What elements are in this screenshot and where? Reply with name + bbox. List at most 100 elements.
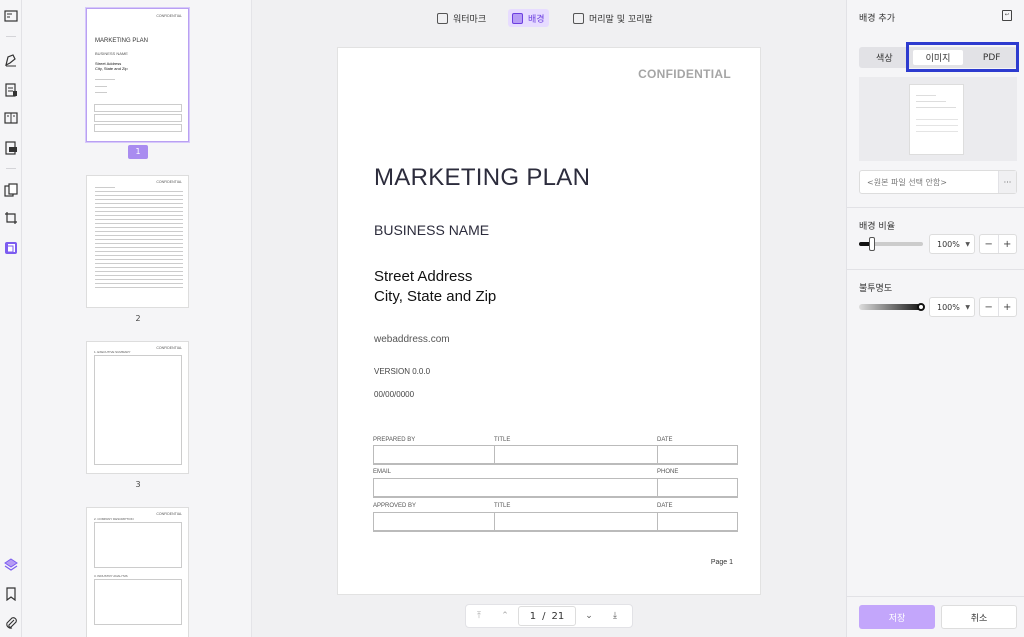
thumbnail-page-2[interactable]: CONFIDENTIAL <box>86 175 189 308</box>
page-navigator: ⤒ ⌃ 1 / 21 ⌄ ⤓ <box>465 604 633 628</box>
file-placeholder: <원본 파일 선택 안함> <box>867 177 947 187</box>
background-panel: 배경 추가 ↩ 색상 이미지 PDF <원본 파일 선택 안함> ··· 배경 … <box>846 0 1024 637</box>
current-page: 1 <box>529 610 537 622</box>
opacity-label: 불투명도 <box>859 284 893 294</box>
form-icon[interactable] <box>3 140 19 156</box>
organize-pages-icon[interactable] <box>3 182 19 198</box>
thumb-title: MARKETING PLAN <box>95 38 149 44</box>
page-separator: / <box>542 610 546 622</box>
scale-plus-button[interactable]: + <box>999 235 1017 253</box>
tab-header-footer-label: 머리말 및 꼬리말 <box>589 14 653 25</box>
address-block: Street Address City, State and Zip <box>374 267 496 307</box>
web-address: webaddress.com <box>374 334 450 345</box>
scale-minus-button[interactable]: − <box>980 235 999 253</box>
scale-value: 100% <box>937 239 960 249</box>
form-row-approved <box>373 512 738 532</box>
thumbnail-number-3: 3 <box>135 480 141 489</box>
tab-header-footer[interactable]: 머리말 및 꼬리말 <box>569 9 657 27</box>
last-page-icon[interactable]: ⤓ <box>602 605 628 627</box>
address-line-1: Street Address <box>374 268 473 285</box>
prepared-by-label: PREPARED BY <box>373 437 416 443</box>
thumbnail-page-4[interactable]: CONFIDENTIAL 2. COMPANY DESCRIPTION 3. I… <box>86 507 189 637</box>
thumb-confidential: CONFIDENTIAL <box>156 14 182 18</box>
highlight-box <box>906 42 1019 72</box>
top-tab-bar: 워터마크 배경 머리말 및 꼬리말 <box>253 0 845 38</box>
opacity-plus-button[interactable]: + <box>999 298 1017 316</box>
left-toolbar <box>0 0 22 637</box>
opacity-slider[interactable] <box>859 303 925 311</box>
first-page-icon[interactable]: ⤒ <box>466 605 492 627</box>
tab-background[interactable]: 배경 <box>508 9 549 27</box>
thumb-section-header: 1. EXECUTIVE SUMMARY <box>94 350 131 354</box>
document-title: MARKETING PLAN <box>374 164 591 191</box>
scale-slider-handle[interactable] <box>868 237 875 251</box>
scale-select[interactable]: 100% ▼ <box>929 234 975 254</box>
close-panel-icon[interactable]: ↩ <box>1002 10 1012 21</box>
file-select-field[interactable]: <원본 파일 선택 안함> ··· <box>859 170 1017 194</box>
chevron-down-icon: ▼ <box>965 303 970 311</box>
background-icon <box>512 12 523 24</box>
opacity-value: 100% <box>937 302 960 312</box>
date-text: 00/00/0000 <box>374 390 415 399</box>
opacity-select[interactable]: 100% ▼ <box>929 297 975 317</box>
attachment-icon[interactable] <box>3 615 19 631</box>
segment-color[interactable]: 색상 <box>859 47 910 68</box>
thumbnail-page-3[interactable]: CONFIDENTIAL 1. EXECUTIVE SUMMARY <box>86 341 189 474</box>
background-preview <box>859 77 1017 161</box>
page-number-field[interactable]: 1 / 21 <box>518 606 576 626</box>
thumb-address2: City, State and Zip <box>95 66 128 71</box>
title-label: TITLE <box>494 437 511 443</box>
form-row-prepared <box>373 445 738 465</box>
more-icon[interactable]: ··· <box>998 171 1016 193</box>
approved-by-label: APPROVED BY <box>373 503 417 509</box>
tab-watermark-label: 워터마크 <box>453 14 487 25</box>
scale-stepper: − + <box>979 234 1017 254</box>
watermark-icon <box>437 12 448 24</box>
thumbnail-panel: CONFIDENTIAL MARKETING PLAN BUSINESS NAM… <box>22 0 252 637</box>
thumbnail-number-1: 1 <box>128 145 148 159</box>
version-text: VERSION 0.0.0 <box>374 367 431 376</box>
page-layout-icon[interactable] <box>3 110 19 126</box>
date-label-2: DATE <box>657 503 673 509</box>
thumb-section-header: 2. COMPANY DESCRIPTION <box>94 517 134 521</box>
date-label: DATE <box>657 437 673 443</box>
tab-background-label: 배경 <box>528 14 545 25</box>
cancel-button[interactable]: 취소 <box>941 605 1017 629</box>
thumb-section-header: 3. INDUSTRY ANALYSIS <box>94 574 128 578</box>
chevron-down-icon: ▼ <box>965 240 970 248</box>
thumb-confidential: CONFIDENTIAL <box>156 346 182 350</box>
total-pages: 21 <box>551 610 565 622</box>
thumbnail-page-1[interactable]: CONFIDENTIAL MARKETING PLAN BUSINESS NAM… <box>86 8 189 142</box>
thumb-business: BUSINESS NAME <box>95 51 128 56</box>
next-page-icon[interactable]: ⌄ <box>576 605 602 627</box>
crop-icon[interactable] <box>3 210 19 226</box>
thumb-confidential: CONFIDENTIAL <box>156 180 182 184</box>
tab-watermark[interactable]: 워터마크 <box>433 9 490 27</box>
view-icon[interactable] <box>3 8 19 24</box>
page-tools-icon[interactable] <box>3 240 19 256</box>
bookmark-icon[interactable] <box>3 586 19 602</box>
thumbnail-number-2: 2 <box>135 314 141 323</box>
page-number-label: Page 1 <box>710 559 733 566</box>
preview-thumbnail <box>909 84 964 155</box>
form-row-email <box>373 478 738 498</box>
phone-label: PHONE <box>657 469 679 475</box>
annotate-icon[interactable] <box>3 82 19 98</box>
business-name: BUSINESS NAME <box>374 222 490 238</box>
prev-page-icon[interactable]: ⌃ <box>492 605 518 627</box>
confidential-label: CONFIDENTIAL <box>638 67 731 81</box>
title-label-2: TITLE <box>494 503 511 509</box>
address-line-2: City, State and Zip <box>374 288 497 305</box>
save-button[interactable]: 저장 <box>859 605 935 629</box>
opacity-stepper: − + <box>979 297 1017 317</box>
edit-text-icon[interactable] <box>3 52 19 68</box>
document-page: CONFIDENTIAL MARKETING PLAN BUSINESS NAM… <box>337 47 761 595</box>
header-footer-icon <box>573 12 584 24</box>
email-label: EMAIL <box>373 469 392 475</box>
panel-title: 배경 추가 <box>859 14 895 24</box>
layers-icon[interactable] <box>3 557 19 573</box>
opacity-slider-handle[interactable] <box>917 303 925 311</box>
opacity-minus-button[interactable]: − <box>980 298 999 316</box>
thumb-confidential: CONFIDENTIAL <box>156 512 182 516</box>
scale-slider[interactable] <box>859 237 923 251</box>
